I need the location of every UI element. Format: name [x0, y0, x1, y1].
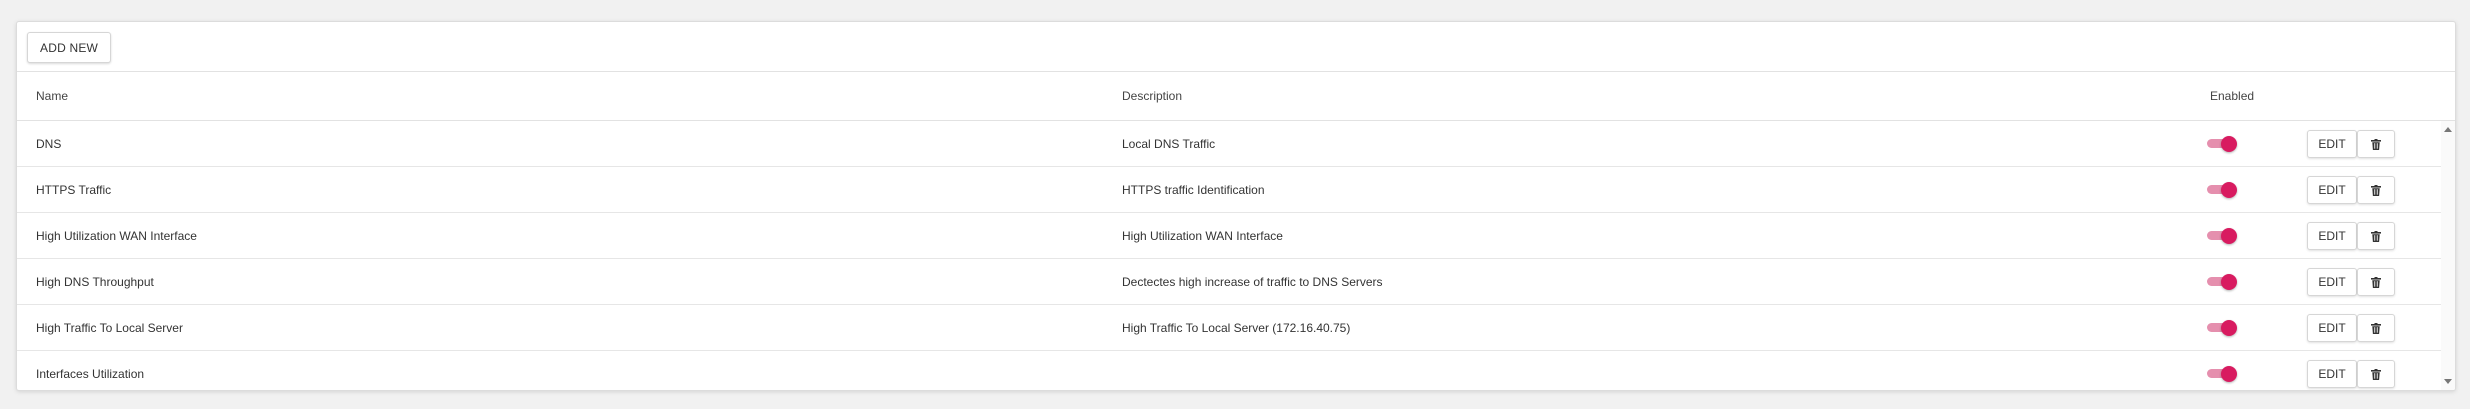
column-header-enabled: Enabled	[2210, 89, 2255, 103]
table-body: DNS Local DNS Traffic EDIT HTTPS Traffic…	[17, 121, 2455, 390]
toggle-knob	[2221, 228, 2237, 244]
trash-icon	[2371, 184, 2381, 196]
enabled-toggle[interactable]	[2207, 228, 2237, 244]
edit-button[interactable]: EDIT	[2307, 268, 2357, 296]
toggle-knob	[2221, 182, 2237, 198]
table-row: High DNS Throughput Dectectes high incre…	[17, 259, 2455, 305]
enabled-toggle[interactable]	[2207, 182, 2237, 198]
table-row: Interfaces Utilization EDIT	[17, 351, 2455, 390]
vertical-scrollbar[interactable]	[2441, 121, 2455, 390]
table-row: DNS Local DNS Traffic EDIT	[17, 121, 2455, 167]
row-name: HTTPS Traffic	[36, 182, 112, 197]
row-name: Interfaces Utilization	[36, 366, 145, 381]
delete-button[interactable]	[2357, 314, 2395, 342]
column-header-description: Description	[1122, 89, 1183, 103]
trash-icon	[2371, 368, 2381, 380]
add-new-button[interactable]: ADD NEW	[27, 32, 112, 63]
table-row: High Traffic To Local Server High Traffi…	[17, 305, 2455, 351]
enabled-toggle[interactable]	[2207, 366, 2237, 382]
trash-icon	[2371, 138, 2381, 150]
table-row: HTTPS Traffic HTTPS traffic Identificati…	[17, 167, 2455, 213]
row-description: High Traffic To Local Server (172.16.40.…	[1122, 320, 1351, 335]
delete-button[interactable]	[2357, 360, 2395, 388]
delete-button[interactable]	[2357, 268, 2395, 296]
enabled-toggle[interactable]	[2207, 136, 2237, 152]
edit-button[interactable]: EDIT	[2307, 360, 2357, 388]
column-header-name: Name	[36, 89, 69, 103]
trash-icon	[2371, 230, 2381, 242]
trash-icon	[2371, 322, 2381, 334]
scroll-up-arrow-icon[interactable]	[2444, 127, 2452, 132]
enabled-toggle[interactable]	[2207, 320, 2237, 336]
toolbar: ADD NEW	[17, 22, 2455, 72]
rules-panel: ADD NEW Name Description Enabled DNS Loc…	[16, 21, 2456, 391]
edit-button[interactable]: EDIT	[2307, 130, 2357, 158]
row-name: High Utilization WAN Interface	[36, 228, 197, 243]
row-description: Local DNS Traffic	[1122, 136, 1216, 151]
delete-button[interactable]	[2357, 130, 2395, 158]
row-name: High DNS Throughput	[36, 274, 154, 289]
toggle-knob	[2221, 274, 2237, 290]
table-header: Name Description Enabled	[17, 72, 2455, 121]
delete-button[interactable]	[2357, 222, 2395, 250]
row-description: Dectectes high increase of traffic to DN…	[1122, 274, 1383, 289]
row-name: DNS	[36, 136, 62, 151]
enabled-toggle[interactable]	[2207, 274, 2237, 290]
row-description: HTTPS traffic Identification	[1122, 182, 1265, 197]
delete-button[interactable]	[2357, 176, 2395, 204]
scroll-down-arrow-icon[interactable]	[2444, 379, 2452, 384]
edit-button[interactable]: EDIT	[2307, 176, 2357, 204]
trash-icon	[2371, 276, 2381, 288]
edit-button[interactable]: EDIT	[2307, 314, 2357, 342]
toggle-knob	[2221, 366, 2237, 382]
table-row: High Utilization WAN Interface High Util…	[17, 213, 2455, 259]
row-description: High Utilization WAN Interface	[1122, 228, 1283, 243]
edit-button[interactable]: EDIT	[2307, 222, 2357, 250]
toggle-knob	[2221, 320, 2237, 336]
row-name: High Traffic To Local Server	[36, 320, 183, 335]
toggle-knob	[2221, 136, 2237, 152]
